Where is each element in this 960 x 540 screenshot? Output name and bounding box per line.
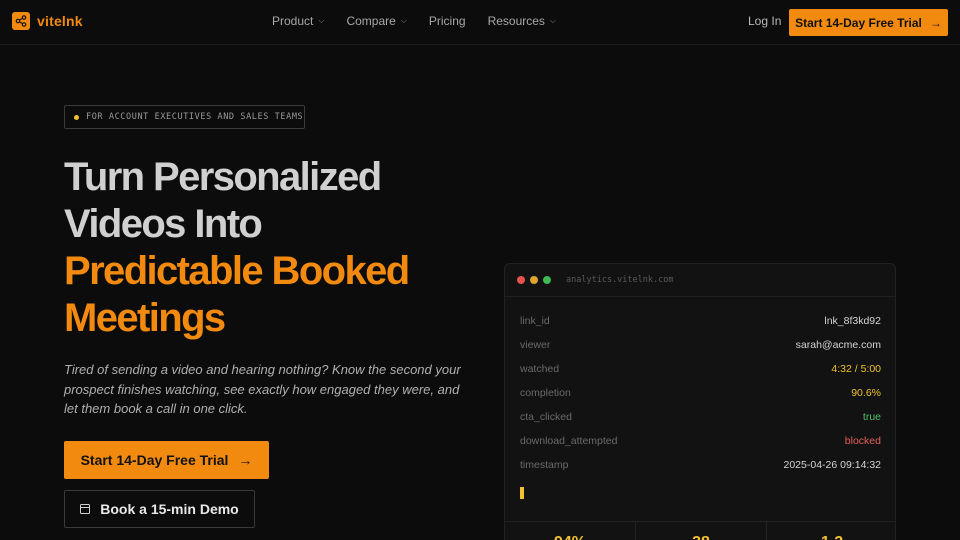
book-demo-label: Book a 15-min Demo bbox=[100, 501, 239, 517]
badge-text: FOR ACCOUNT EXECUTIVES AND SALES TEAMS bbox=[86, 112, 304, 122]
analytics-rows: link_id lnk_8f3kd92viewer sarah@acme.com wa… bbox=[520, 309, 881, 477]
menu-item-label: Pricing bbox=[428, 14, 466, 28]
close-dot-icon bbox=[517, 276, 525, 284]
row-key: viewer bbox=[520, 339, 551, 351]
table-row: link_id lnk_8f3kd92 bbox=[520, 309, 881, 333]
menu-item-label: Resources bbox=[487, 14, 545, 28]
status-dot-icon bbox=[74, 114, 79, 120]
hero-headline: Turn Personalized Videos Into Predictabl… bbox=[64, 154, 484, 342]
book-demo-button[interactable]: Book a 15-min Demo bbox=[64, 490, 255, 528]
stat-value: 38 bbox=[692, 534, 710, 540]
table-row: completion 90.6% bbox=[520, 381, 881, 405]
menu-item-resources[interactable]: Resources ⌵ bbox=[488, 14, 556, 28]
headline-line-1: Turn Personalized bbox=[64, 155, 382, 199]
brand-name: vitelnk bbox=[37, 13, 83, 29]
audience-badge: FOR ACCOUNT EXECUTIVES AND SALES TEAMS bbox=[64, 105, 305, 129]
nav-trial-label: Start 14-Day Free Trial bbox=[795, 15, 922, 30]
login-link[interactable]: Log In bbox=[748, 14, 781, 28]
start-trial-label: Start 14-Day Free Trial bbox=[80, 452, 229, 468]
calendar-icon bbox=[80, 504, 91, 514]
start-trial-button[interactable]: Start 14-Day Free Trial → bbox=[64, 441, 269, 479]
row-key: completion bbox=[520, 387, 571, 399]
brand[interactable]: vitelnk bbox=[12, 12, 83, 30]
table-row: cta_clicked true bbox=[520, 405, 881, 429]
main-menu: Product ⌵ Compare ⌵ Pricing Resources ⌵ bbox=[272, 14, 578, 28]
row-value: 4:32 / 5:00 bbox=[831, 363, 881, 375]
maximize-dot-icon bbox=[543, 276, 551, 284]
row-key: download_attempted bbox=[520, 435, 618, 447]
table-row: viewer sarah@acme.com bbox=[520, 333, 881, 357]
menu-item-label: Product bbox=[272, 14, 314, 28]
stat-cell: 94% bbox=[505, 522, 636, 540]
row-value: 90.6% bbox=[851, 387, 881, 399]
menu-item-product[interactable]: Product ⌵ bbox=[272, 14, 324, 28]
analytics-panel: analytics.vitelnk.com link_id lnk_8f3kd92… bbox=[504, 263, 896, 540]
arrow-right-icon: → bbox=[238, 452, 253, 468]
row-value: true bbox=[862, 411, 881, 423]
row-value: lnk_8f3kd92 bbox=[824, 315, 881, 327]
row-value: sarah@acme.com bbox=[795, 339, 881, 351]
table-row: timestamp 2025-04-26 09:14:32 bbox=[520, 453, 881, 477]
stat-value: 94% bbox=[554, 534, 586, 540]
terminal-cursor bbox=[520, 487, 524, 499]
chevron-down-icon: ⌵ bbox=[400, 16, 407, 25]
stat-value: 1.2 bbox=[821, 534, 843, 540]
stats-strip: 94% 38 1.2 bbox=[505, 521, 895, 540]
panel-url: analytics.vitelnk.com bbox=[566, 275, 674, 285]
nav-trial-button[interactable]: Start 14-Day Free Trial → bbox=[789, 9, 948, 36]
stat-cell: 38 bbox=[636, 522, 767, 540]
top-nav: vitelnk Product ⌵ Compare ⌵ Pricing Reso… bbox=[0, 0, 960, 45]
row-key: cta_clicked bbox=[520, 411, 572, 423]
row-key: timestamp bbox=[520, 459, 569, 471]
menu-item-pricing[interactable]: Pricing bbox=[429, 14, 466, 28]
hero-subtext: Tired of sending a video and hearing not… bbox=[64, 362, 461, 416]
table-row: download_attempted blocked bbox=[520, 429, 881, 453]
table-row: watched 4:32 / 5:00 bbox=[520, 357, 881, 381]
share-icon bbox=[12, 12, 30, 30]
row-value: 2025-04-26 09:14:32 bbox=[783, 459, 882, 471]
headline-line-4: Meetings bbox=[64, 296, 226, 340]
row-value: blocked bbox=[844, 435, 881, 447]
arrow-right-icon: → bbox=[929, 15, 942, 30]
menu-item-label: Compare bbox=[346, 14, 396, 28]
window-titlebar: analytics.vitelnk.com bbox=[505, 264, 895, 297]
headline-line-2: Videos Into bbox=[64, 202, 263, 246]
row-key: link_id bbox=[520, 315, 550, 327]
chevron-down-icon: ⌵ bbox=[318, 16, 325, 25]
chevron-down-icon: ⌵ bbox=[549, 16, 556, 25]
headline-line-3: Predictable Booked bbox=[64, 249, 410, 293]
minimize-dot-icon bbox=[530, 276, 538, 284]
row-key: watched bbox=[520, 363, 560, 375]
menu-item-compare[interactable]: Compare ⌵ bbox=[346, 14, 406, 28]
stat-cell: 1.2 bbox=[767, 522, 895, 540]
